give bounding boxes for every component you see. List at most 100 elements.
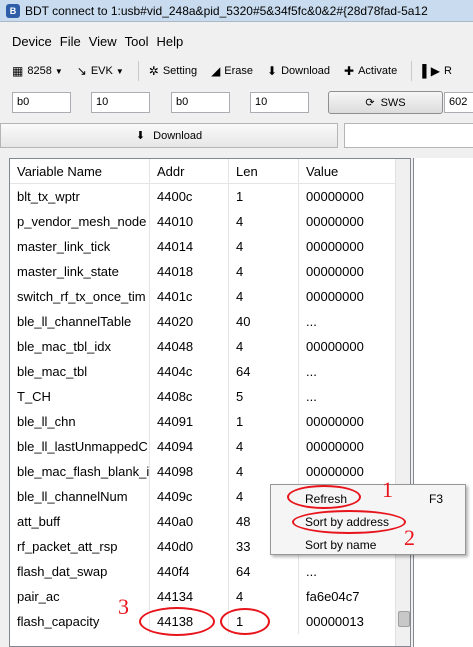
variable-name-cell: ble_mac_tbl_idx <box>10 334 150 359</box>
table-row[interactable]: ble_mac_tbl 4404c 64... <box>10 359 410 384</box>
len-cell: 4 <box>229 459 299 484</box>
table-row[interactable]: ble_ll_chn 44091 1 00000000 <box>10 409 410 434</box>
activate-button[interactable]: ✚ Activate <box>344 64 397 78</box>
value-cell: fa6e04c7 <box>306 589 360 604</box>
wave-icon: ↘ <box>76 64 87 78</box>
addr-cell: 44098 <box>150 459 229 484</box>
board-label: EVK <box>90 65 113 77</box>
length-field-1[interactable]: 10 <box>91 92 150 113</box>
addr-cell: 4400c <box>150 184 229 209</box>
addr-cell: 4408c <box>150 384 229 409</box>
table-row[interactable]: switch_rf_tx_once_tim 4401c 4 00000000 <box>10 284 410 309</box>
app-icon: B <box>6 3 20 18</box>
menu-device[interactable]: Device <box>12 34 52 49</box>
menu-help[interactable]: Help <box>157 34 184 49</box>
header-len[interactable]: Len <box>229 159 299 184</box>
len-cell: 64 <box>229 359 299 384</box>
table-row[interactable]: flash_dat_swap 440f4 64... <box>10 559 410 584</box>
annotation-ellipse-refresh <box>287 485 361 509</box>
sws-button[interactable]: ⟳ SWS <box>328 91 443 114</box>
value-cell: 00000000 <box>306 214 364 229</box>
toolbar-separator <box>137 61 139 81</box>
value-cell: 00000000 <box>306 439 364 454</box>
value-cell: 00000000 <box>306 189 364 204</box>
table-row[interactable]: ble_mac_flash_blank_i 44098 4 00000000 <box>10 459 410 484</box>
menu-tool[interactable]: Tool <box>125 34 149 49</box>
download-bin-label: Download <box>153 129 203 142</box>
variable-name-cell: rf_packet_att_rsp <box>10 534 150 559</box>
header-addr[interactable]: Addr <box>150 159 229 184</box>
download-icon: ⬇ <box>267 64 278 78</box>
value-cell: 00000000 <box>306 289 364 304</box>
chevron-down-icon: ▼ <box>54 66 63 76</box>
len-cell: 4 <box>229 259 299 284</box>
setting-label: Setting <box>162 65 198 77</box>
window-title: BDT connect to 1:usb#vid_248a&pid_5320#5… <box>25 3 428 18</box>
sort-name-label: Sort by name <box>305 538 377 552</box>
address-field-2[interactable]: b0 <box>171 92 230 113</box>
header-variable-name[interactable]: Variable Name <box>10 159 150 184</box>
chip-icon: ▦ <box>12 64 24 78</box>
address-field-1[interactable]: b0 <box>12 92 71 113</box>
variable-name-cell: switch_rf_tx_once_tim <box>10 284 150 309</box>
erase-label: Erase <box>224 65 254 77</box>
table-row[interactable]: ble_ll_channelTable 44020 40... <box>10 309 410 334</box>
table-row[interactable]: master_link_tick 44014 4 00000000 <box>10 234 410 259</box>
download-bin-button[interactable]: ⬇ Download <box>0 123 338 148</box>
table-row[interactable]: pair_ac 44134 4 fa6e04c7 <box>10 584 410 609</box>
path-field[interactable] <box>344 123 473 148</box>
table-row[interactable]: p_vendor_mesh_node 44010 4 00000000 <box>10 209 410 234</box>
step-icon: ▌▶ <box>422 64 440 78</box>
value-cell: ... <box>306 389 317 404</box>
variable-name-cell: ble_ll_channelTable <box>10 309 150 334</box>
addr-cell: 44048 <box>150 334 229 359</box>
value-cell: 00000000 <box>306 464 364 479</box>
run-label: R <box>443 65 452 77</box>
length-field-2[interactable]: 10 <box>250 92 309 113</box>
table-row[interactable]: master_link_state 44018 4 00000000 <box>10 259 410 284</box>
run-button[interactable]: ▌▶ R <box>422 64 452 78</box>
value-field[interactable]: 602 <box>444 92 473 113</box>
annotation-ellipse-addr <box>139 607 215 636</box>
gear-icon: ✲ <box>148 64 159 78</box>
activate-label: Activate <box>358 65 398 77</box>
chevron-down-icon: ▼ <box>115 66 124 76</box>
table-row[interactable]: T_CH 4408c 5... <box>10 384 410 409</box>
addr-cell: 44134 <box>150 584 229 609</box>
title-bar: B BDT connect to 1:usb#vid_248a&pid_5320… <box>0 0 473 22</box>
value-cell: ... <box>306 564 317 579</box>
len-cell: 64 <box>229 559 299 584</box>
eraser-icon: ◢ <box>211 64 221 78</box>
erase-button[interactable]: ◢ Erase <box>211 64 253 78</box>
download-icon: ⬇ <box>135 130 146 142</box>
value-cell: 00000000 <box>306 339 364 354</box>
len-cell: 1 <box>229 409 299 434</box>
table-row[interactable]: ble_ll_lastUnmappedC 44094 4 00000000 <box>10 434 410 459</box>
len-cell: 40 <box>229 309 299 334</box>
annotation-number-2: 2 <box>404 525 415 550</box>
addr-cell: 44018 <box>150 259 229 284</box>
menu-bar: Device File View Tool Help <box>0 30 191 52</box>
len-cell: 4 <box>229 209 299 234</box>
scrollbar-thumb[interactable] <box>398 611 410 627</box>
board-select-button[interactable]: ↘ EVK ▼ <box>77 64 124 78</box>
header-value[interactable]: Value <box>299 159 394 184</box>
chip-select-button[interactable]: ▦ 8258 ▼ <box>12 64 63 78</box>
table-row[interactable]: blt_tx_wptr 4400c 1 00000000 <box>10 184 410 209</box>
annotation-ellipse-sort <box>292 510 406 534</box>
variable-name-cell: blt_tx_wptr <box>10 184 150 209</box>
download-row: ⬇ Download <box>0 121 473 151</box>
menu-item-sort-by-name[interactable]: Sort by name <box>271 534 465 556</box>
annotation-number-3: 3 <box>118 594 129 619</box>
annotation-number-1: 1 <box>382 477 393 502</box>
download-button[interactable]: ⬇ Download <box>267 64 330 78</box>
menu-file[interactable]: File <box>60 34 81 49</box>
table-row[interactable]: ble_mac_tbl_idx 44048 4 00000000 <box>10 334 410 359</box>
setting-button[interactable]: ✲ Setting <box>149 64 197 78</box>
len-cell: 4 <box>229 434 299 459</box>
vertical-scrollbar[interactable] <box>395 159 410 646</box>
menu-view[interactable]: View <box>89 34 117 49</box>
value-cell: 00000013 <box>306 614 364 629</box>
toolbar: ▦ 8258 ▼ ↘ EVK ▼ ✲ Setting ◢ Erase ⬇ Dow… <box>0 58 473 84</box>
sws-label: SWS <box>380 96 406 109</box>
